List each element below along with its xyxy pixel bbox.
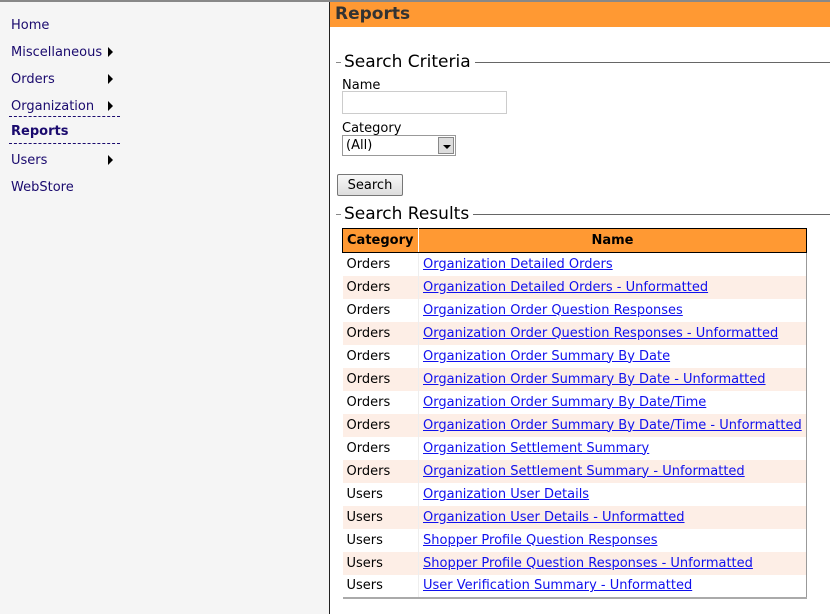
table-row: Orders Organization Order Summary By Date… <box>342 390 807 414</box>
category-cell: Orders <box>342 321 419 345</box>
name-cell: Organization Detailed Orders <box>419 253 807 276</box>
category-cell: Users <box>342 482 419 506</box>
table-row: Users User Verification Summary - Unforma… <box>342 574 807 598</box>
search-button[interactable]: Search <box>337 174 403 196</box>
caret-right-icon <box>108 101 113 111</box>
sidebar: Home Miscellaneous Orders Organization Repor… <box>0 2 330 614</box>
name-cell: Organization Settlement Summary - Unform… <box>418 459 807 483</box>
sidebar-item-label: Orders <box>11 72 55 87</box>
table-row: Users Organization User Details - Unforma… <box>342 505 807 529</box>
category-cell: Users <box>342 574 419 598</box>
report-link[interactable]: Shopper Profile Question Responses - Unf… <box>423 556 753 571</box>
sidebar-item-label: Users <box>11 153 48 168</box>
sidebar-item-label: Organization <box>11 99 95 114</box>
category-cell: Orders <box>342 390 419 414</box>
caret-right-icon <box>108 74 113 84</box>
page-title: Reports <box>330 2 830 27</box>
sidebar-item-users[interactable]: Users <box>0 152 120 179</box>
report-link[interactable]: Organization Settlement Summary <box>423 441 649 456</box>
table-row: Orders Organization Order Summary By Date… <box>342 367 807 391</box>
report-link[interactable]: User Verification Summary - Unformatted <box>423 578 692 593</box>
report-link[interactable]: Organization Order Summary By Date/Time <box>423 395 706 410</box>
category-cell: Orders <box>342 275 419 299</box>
search-criteria-legend: Search Criteria <box>336 52 830 72</box>
name-cell: Shopper Profile Question Responses <box>419 529 807 552</box>
name-cell: Organization Order Summary By Date/Time … <box>418 413 807 437</box>
table-row: Users Shopper Profile Question Responses <box>342 528 807 552</box>
caret-right-icon <box>108 47 113 57</box>
sidebar-item-home[interactable]: Home <box>0 17 120 44</box>
report-link[interactable]: Organization User Details - Unformatted <box>423 510 685 525</box>
legend-text: Search Results <box>344 204 470 224</box>
report-link[interactable]: Organization Order Summary By Date <box>423 349 670 364</box>
name-input[interactable] <box>342 91 507 114</box>
category-label: Category <box>342 121 402 136</box>
category-cell: Orders <box>342 298 419 322</box>
category-cell: Users <box>342 505 419 529</box>
name-cell: Organization Detailed Orders - Unformatt… <box>418 275 807 299</box>
category-select[interactable]: (All) <box>342 135 456 156</box>
report-link[interactable]: Organization Detailed Orders - Unformatt… <box>423 280 708 295</box>
category-cell: Orders <box>342 367 419 391</box>
report-link[interactable]: Organization Order Question Responses <box>423 303 683 318</box>
table-row: Orders Organization Settlement Summary <box>342 436 807 460</box>
name-cell: Organization Order Summary By Date - Unf… <box>418 367 807 391</box>
category-cell: Orders <box>342 252 419 276</box>
name-cell: User Verification Summary - Unformatted <box>419 575 807 598</box>
report-link[interactable]: Shopper Profile Question Responses <box>423 533 657 548</box>
name-cell: Organization Order Question Responses - … <box>418 321 807 345</box>
sidebar-item-label: Miscellaneous <box>11 45 103 60</box>
name-cell: Organization Order Summary By Date <box>419 345 807 368</box>
table-row: Users Shopper Profile Question Responses … <box>342 551 807 575</box>
category-cell: Orders <box>342 459 419 483</box>
name-cell: Organization User Details <box>419 483 807 506</box>
sidebar-item-label: WebStore <box>11 180 74 195</box>
category-cell: Orders <box>342 413 419 437</box>
search-results-legend: Search Results <box>336 204 830 224</box>
category-cell: Users <box>342 528 419 552</box>
table-row: Orders Organization Detailed Orders <box>342 252 807 276</box>
table-row: Orders Organization Order Summary By Date… <box>342 413 807 437</box>
table-row: Orders Organization Order Question Respon… <box>342 298 807 322</box>
name-cell: Organization Settlement Summary <box>419 437 807 460</box>
report-link[interactable]: Organization User Details <box>423 487 589 502</box>
sidebar-item-label: Reports <box>11 124 69 139</box>
caret-right-icon <box>108 155 113 165</box>
category-cell: Orders <box>342 436 419 460</box>
table-row: Orders Organization Settlement Summary - … <box>342 459 807 483</box>
name-cell: Organization Order Question Responses <box>419 299 807 322</box>
table-row: Users Organization User Details <box>342 482 807 506</box>
sidebar-item-webstore[interactable]: WebStore <box>0 179 120 206</box>
table-row: Orders Organization Order Question Respon… <box>342 321 807 345</box>
report-link[interactable]: Organization Order Summary By Date/Time … <box>423 418 802 433</box>
category-cell: Users <box>342 551 419 575</box>
column-header-name: Name <box>418 228 807 253</box>
report-link[interactable]: Organization Settlement Summary - Unform… <box>423 464 745 479</box>
chevron-down-icon[interactable] <box>438 137 454 154</box>
sidebar-item-orders[interactable]: Orders <box>0 71 120 98</box>
main-content: Reports Search Criteria Name Category (A… <box>330 2 830 614</box>
table-row: Orders Organization Order Summary By Date <box>342 344 807 368</box>
report-link[interactable]: Organization Order Summary By Date - Unf… <box>423 372 766 387</box>
legend-text: Search Criteria <box>344 52 471 72</box>
category-cell: Orders <box>342 344 419 368</box>
name-cell: Shopper Profile Question Responses - Unf… <box>418 551 807 575</box>
sidebar-item-reports[interactable]: Reports <box>9 116 120 144</box>
category-selected-value: (All) <box>346 138 373 153</box>
results-table: Category Name Orders Organization Detaile… <box>342 228 807 599</box>
sidebar-item-miscellaneous[interactable]: Miscellaneous <box>0 44 120 71</box>
report-link[interactable]: Organization Order Question Responses - … <box>423 326 778 341</box>
column-header-category: Category <box>342 228 419 253</box>
name-cell: Organization User Details - Unformatted <box>418 505 807 529</box>
table-row: Orders Organization Detailed Orders - Unf… <box>342 275 807 299</box>
name-cell: Organization Order Summary By Date/Time <box>419 391 807 414</box>
report-link[interactable]: Organization Detailed Orders <box>423 257 613 272</box>
sidebar-item-label: Home <box>11 18 50 33</box>
